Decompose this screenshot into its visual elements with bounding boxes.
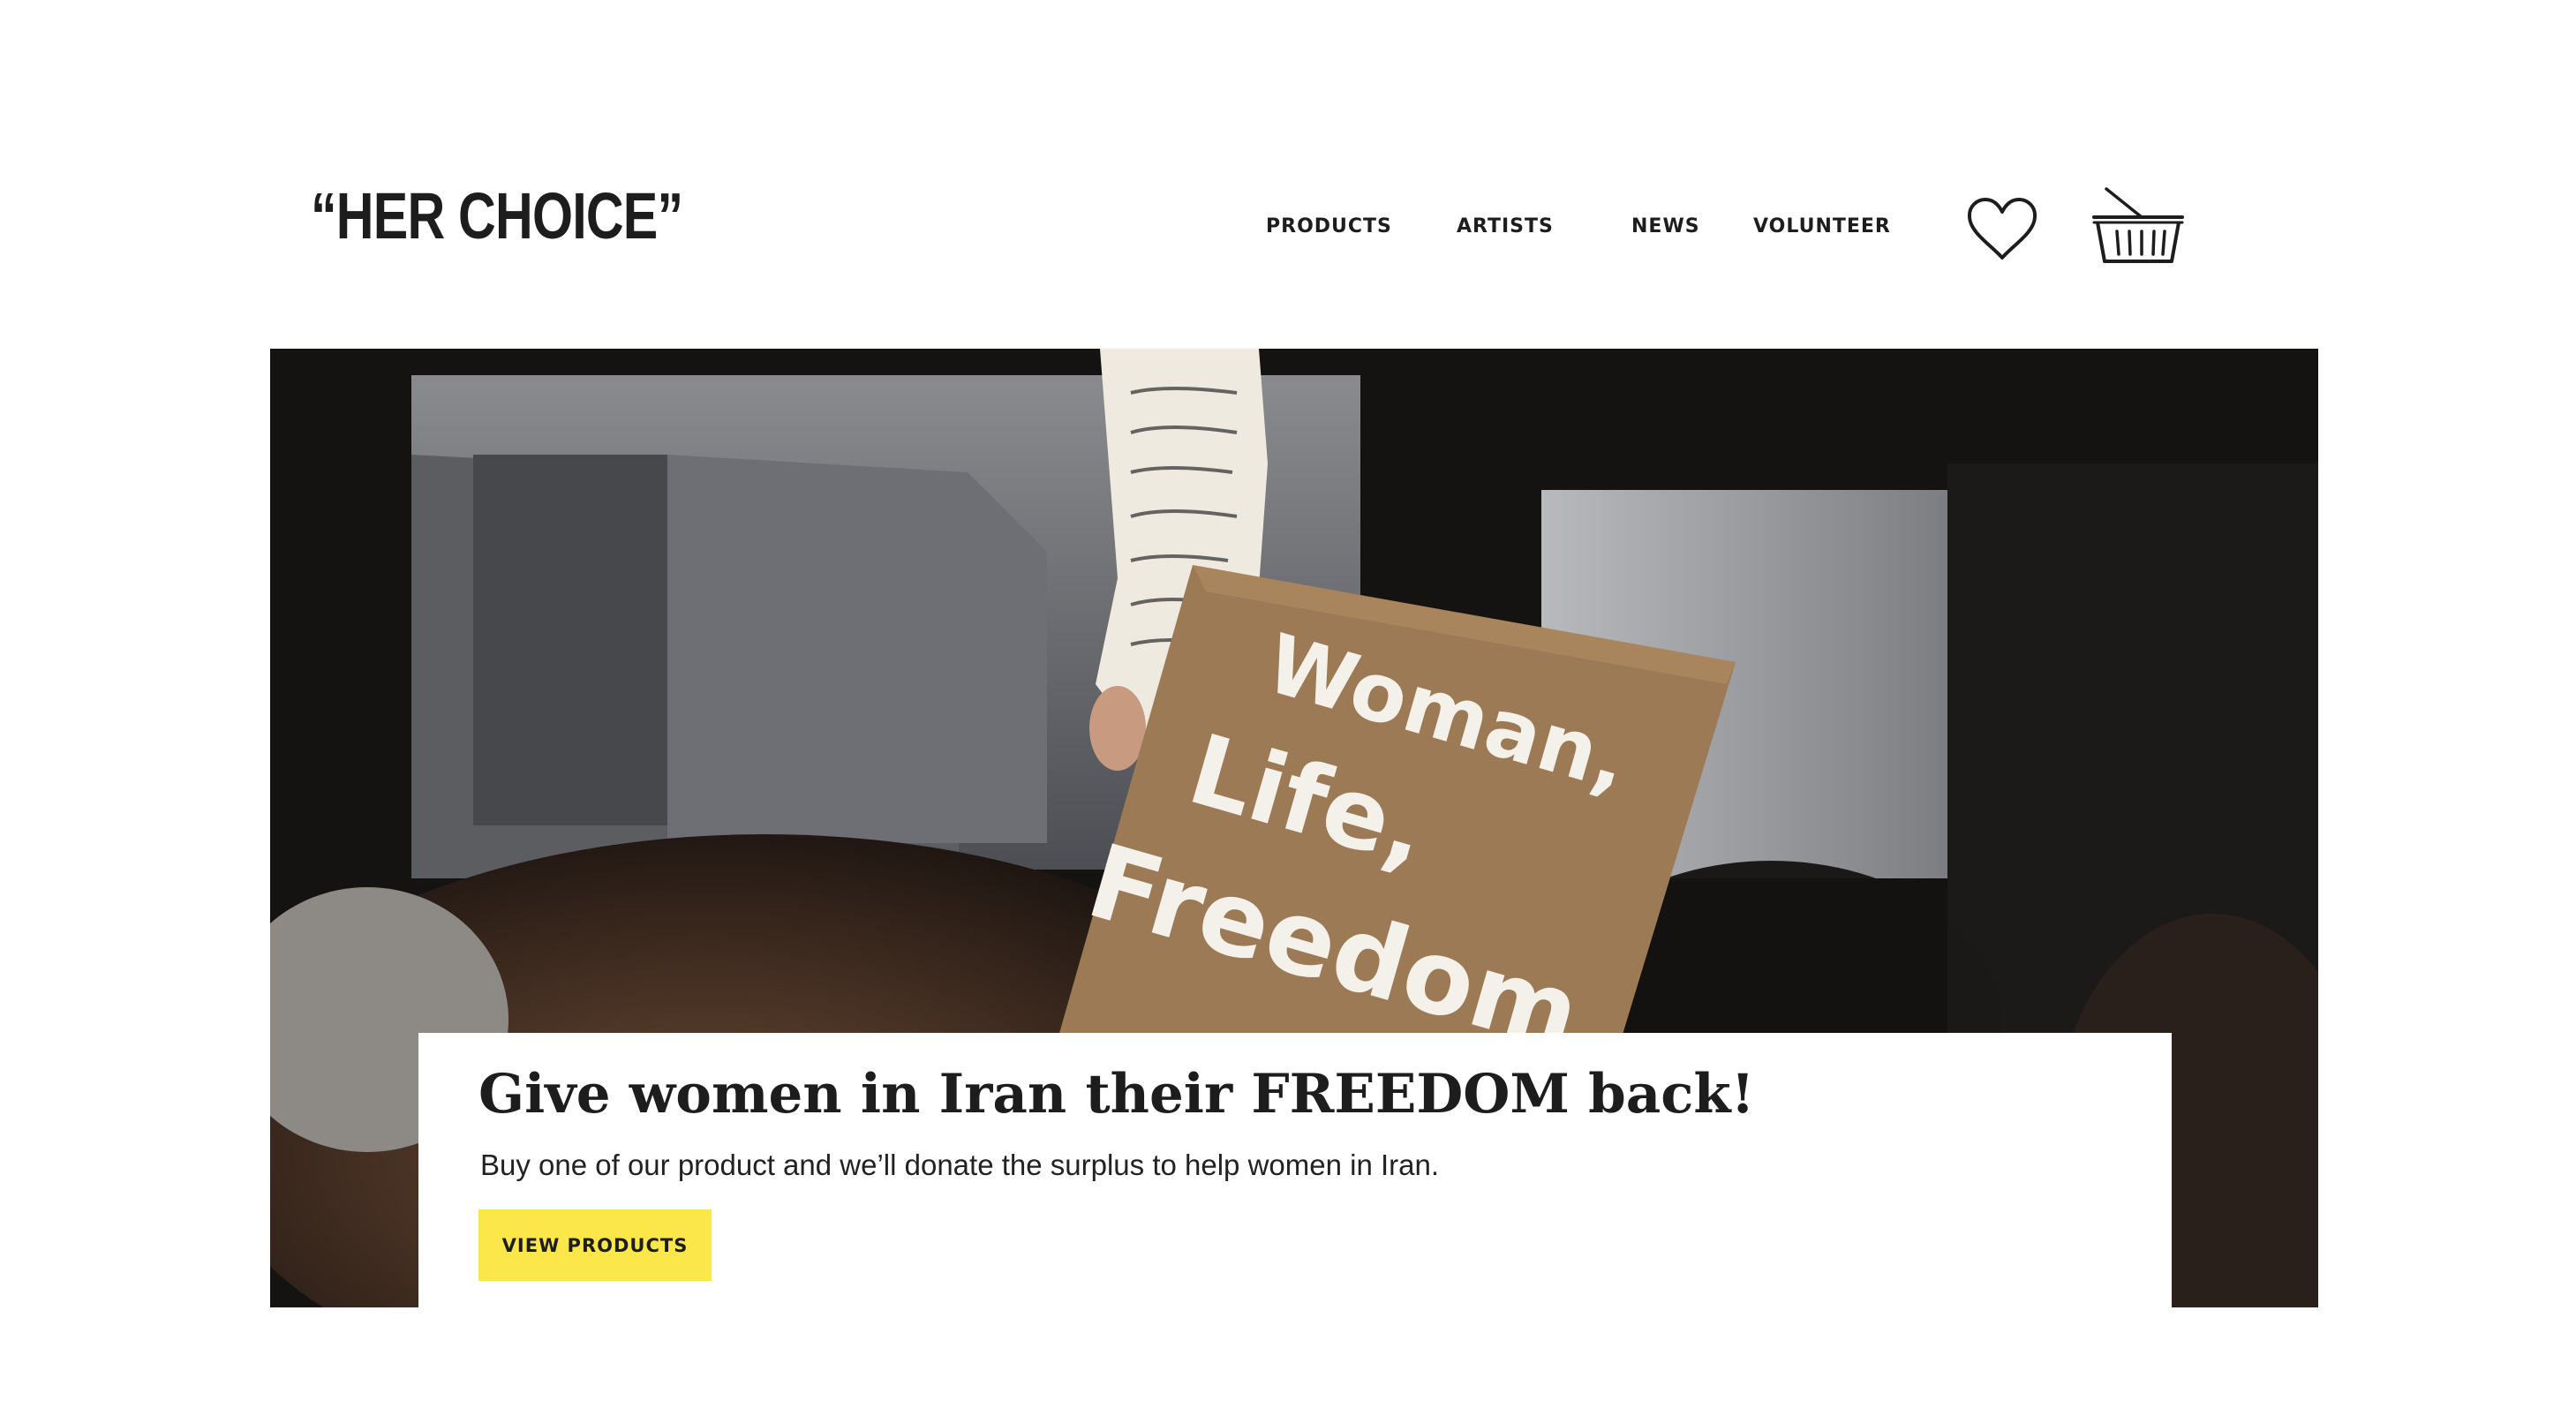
basket-icon bbox=[2092, 187, 2184, 263]
hero-caption-card: Give women in Iran their FREEDOM back! B… bbox=[418, 1033, 2172, 1307]
view-products-button[interactable]: VIEW PRODUCTS bbox=[478, 1209, 712, 1281]
main-nav: PRODUCTS ARTISTS NEWS VOLUNTEER bbox=[0, 212, 2576, 242]
hero-subtitle: Buy one of our product and we’ll donate … bbox=[480, 1149, 1440, 1181]
nav-item-volunteer[interactable]: VOLUNTEER bbox=[1753, 212, 1891, 242]
heart-icon bbox=[1967, 198, 2037, 260]
nav-item-products[interactable]: PRODUCTS bbox=[1266, 212, 1392, 242]
hero-title: Give women in Iran their FREEDOM back! bbox=[478, 1063, 1755, 1126]
nav-item-news[interactable]: NEWS bbox=[1631, 212, 1700, 242]
cart-button[interactable] bbox=[2090, 185, 2188, 267]
nav-item-artists[interactable]: ARTISTS bbox=[1457, 212, 1554, 242]
favorites-button[interactable] bbox=[1965, 196, 2039, 263]
